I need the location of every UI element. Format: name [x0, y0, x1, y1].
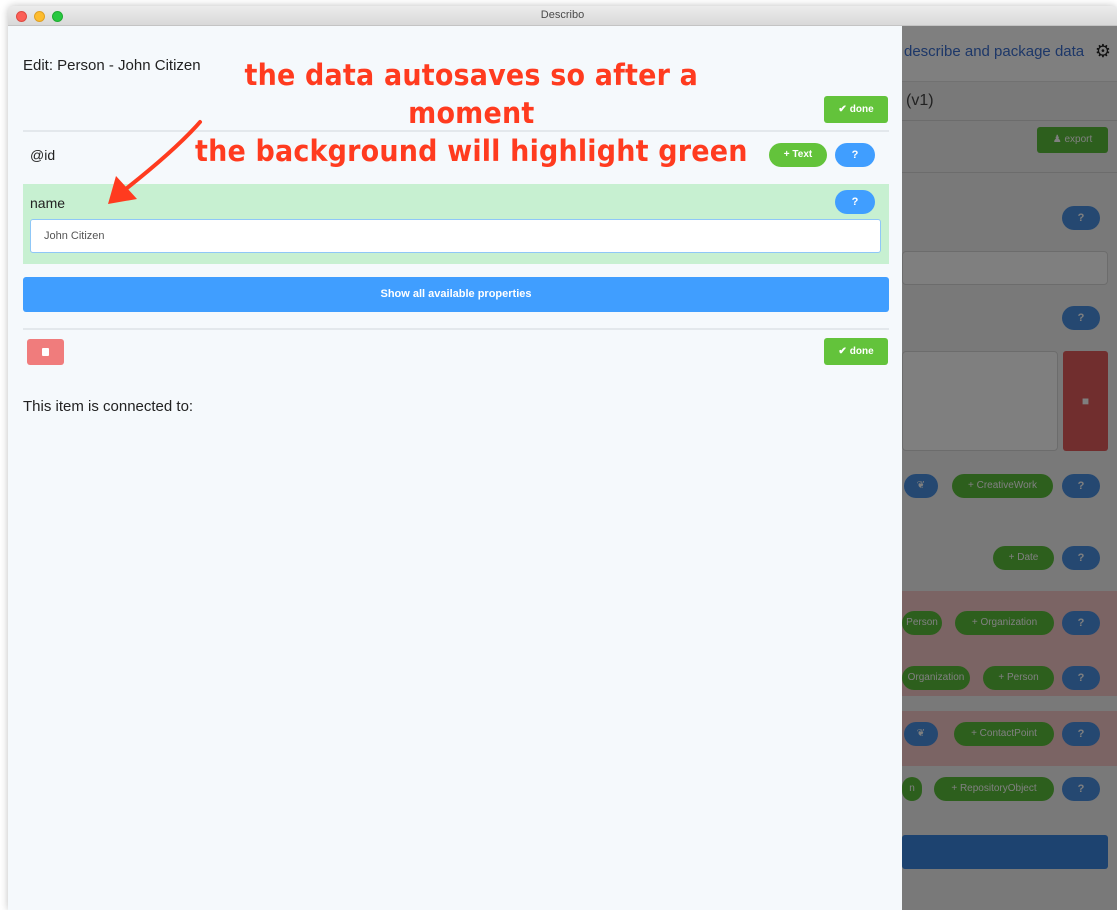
done-label: done [849, 346, 874, 357]
name-input[interactable] [30, 219, 881, 253]
delete-item-button[interactable] [27, 339, 64, 365]
check-icon: ✔ [838, 104, 847, 115]
done-label: done [849, 104, 874, 115]
name-property-row: name ? [23, 184, 889, 264]
name-help-button[interactable]: ? [835, 190, 875, 214]
done-button[interactable]: ✔ done [824, 338, 888, 365]
divider [23, 328, 889, 330]
connected-heading: This item is connected to: [23, 398, 194, 415]
id-help-button[interactable]: ? [835, 143, 875, 167]
panel-title: Edit: Person - John Citizen [23, 57, 201, 74]
name-property-label: name [30, 195, 66, 211]
add-text-button[interactable]: + Text [769, 143, 827, 167]
title-bar: Describo [8, 6, 1117, 26]
id-property-label: @id [30, 147, 56, 163]
annotation-line-2: the background will highlight green [194, 134, 748, 168]
annotation-line-1: the data autosaves so after a moment [244, 58, 699, 130]
done-button[interactable]: ✔ done [824, 96, 888, 123]
trash-icon [42, 348, 49, 356]
check-icon: ✔ [838, 346, 847, 357]
show-all-properties-button[interactable]: Show all available properties [23, 277, 889, 312]
window-title: Describo [540, 9, 585, 21]
annotation-text: the data autosaves so after a moment the… [183, 56, 760, 170]
